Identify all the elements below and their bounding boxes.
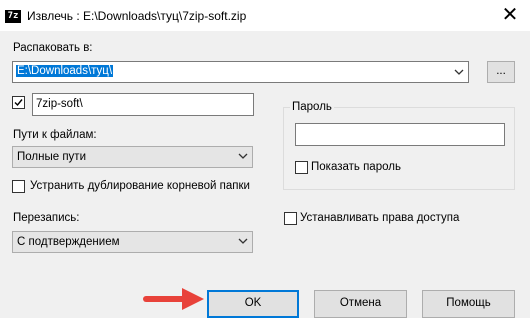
paths-label: Пути к файлам: bbox=[13, 129, 97, 141]
7zip-app-icon: 7z bbox=[5, 10, 21, 23]
subfolder-checkbox[interactable] bbox=[12, 96, 25, 109]
close-button[interactable]: ✕ bbox=[490, 0, 530, 30]
access-rights-checkbox[interactable] bbox=[284, 212, 297, 225]
subfolder-value: 7zip-soft\ bbox=[36, 98, 83, 110]
title-bar: 7z Извлечь : E:\Downloads\туц\7zip-soft.… bbox=[0, 0, 530, 32]
cancel-button[interactable]: Отмена bbox=[314, 290, 407, 318]
eliminate-duplicate-label: Устранить дублирование корневой папки bbox=[30, 180, 250, 192]
access-rights-label: Устанавливать права доступа bbox=[300, 212, 460, 224]
ok-button[interactable]: OK bbox=[207, 290, 299, 318]
show-password-label: Показать пароль bbox=[311, 161, 401, 173]
extract-path-combo[interactable]: E:\Downloads\туц\ bbox=[12, 61, 469, 83]
paths-select[interactable]: Полные пути bbox=[12, 146, 253, 168]
extract-path-value: E:\Downloads\туц\ bbox=[16, 65, 114, 77]
chevron-down-icon[interactable] bbox=[454, 68, 464, 76]
chevron-down-icon bbox=[238, 153, 248, 159]
window-title: Извлечь : E:\Downloads\туц\7zip-soft.zip bbox=[27, 9, 247, 23]
arrow-right-icon bbox=[143, 288, 204, 310]
checkmark-icon bbox=[14, 99, 23, 107]
overwrite-select[interactable]: С подтверждением bbox=[12, 231, 253, 253]
password-group bbox=[283, 107, 515, 190]
overwrite-selected: С подтверждением bbox=[17, 236, 120, 248]
paths-selected: Полные пути bbox=[17, 151, 86, 163]
overwrite-label: Перезапись: bbox=[13, 212, 80, 224]
subfolder-input[interactable]: 7zip-soft\ bbox=[32, 93, 254, 116]
extract-to-label: Распаковать в: bbox=[13, 42, 93, 54]
browse-button[interactable]: ... bbox=[487, 61, 515, 83]
eliminate-duplicate-checkbox[interactable] bbox=[12, 180, 25, 193]
help-button[interactable]: Помощь bbox=[422, 290, 515, 318]
password-input[interactable] bbox=[295, 123, 505, 146]
chevron-down-icon bbox=[238, 238, 248, 244]
password-group-label: Пароль bbox=[290, 101, 334, 113]
show-password-checkbox[interactable] bbox=[295, 161, 308, 174]
